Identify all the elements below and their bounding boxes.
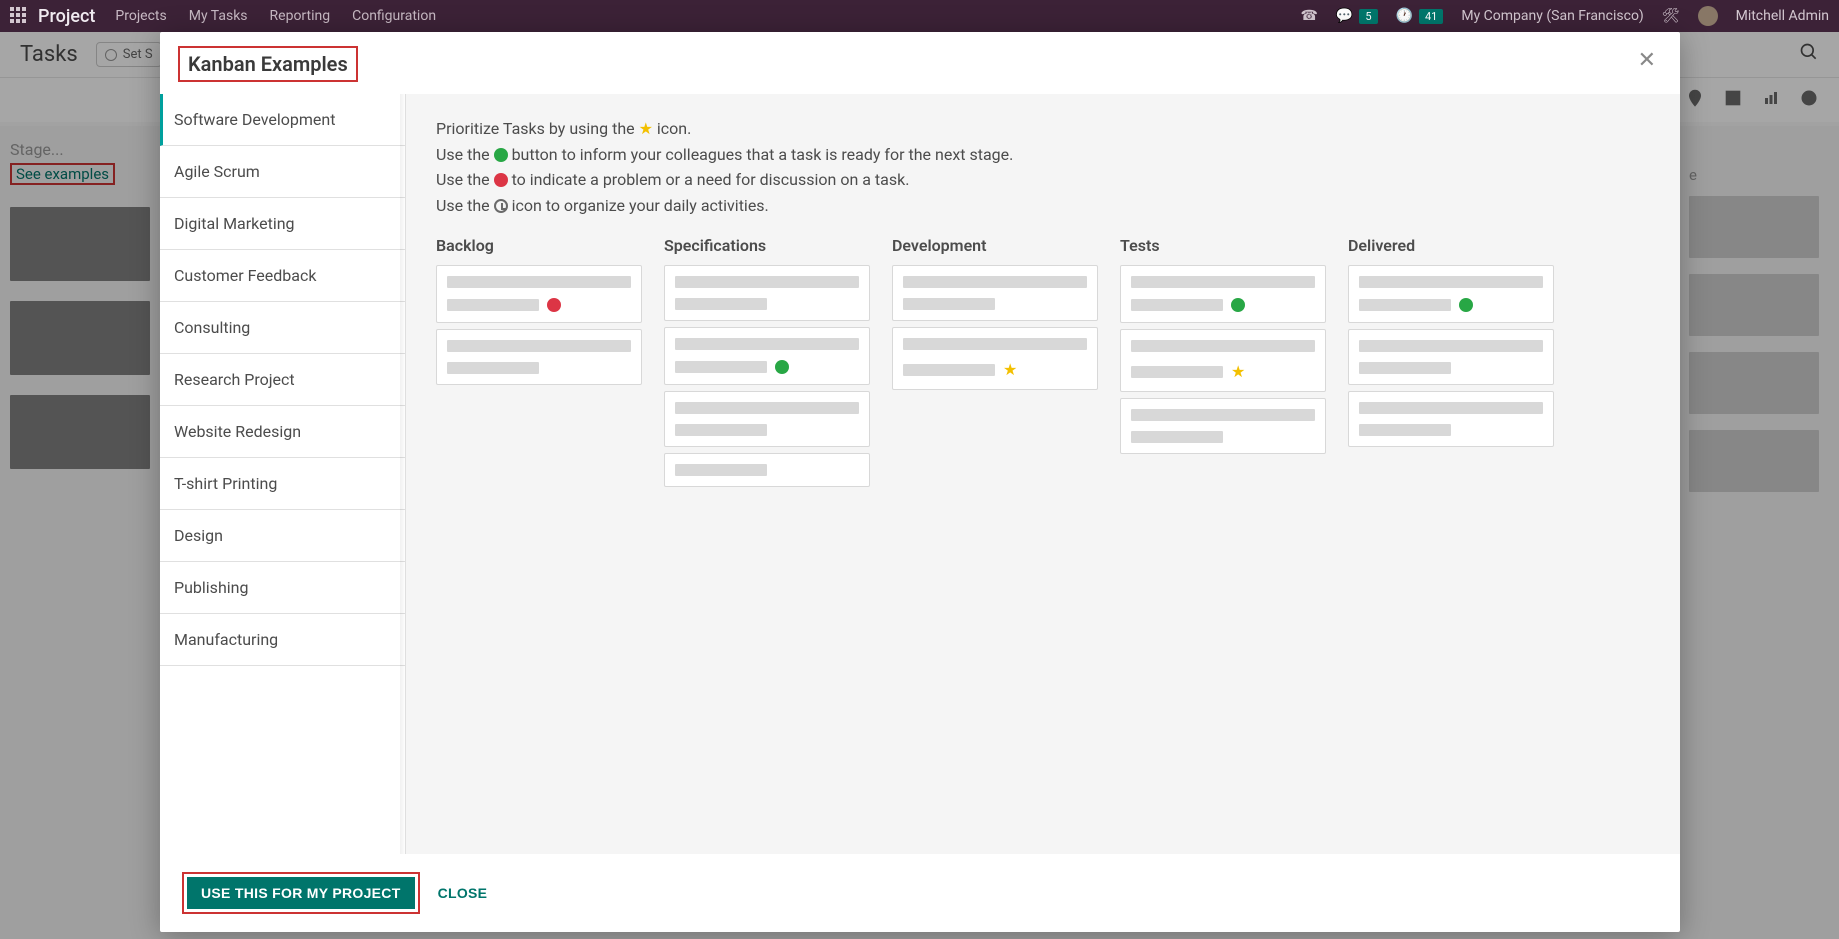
sidebar-item[interactable]: Customer Feedback xyxy=(160,250,405,302)
kanban-card: ★ xyxy=(1120,329,1326,392)
debug-icon[interactable]: 🛠 xyxy=(1662,8,1680,24)
star-icon: ★ xyxy=(1231,362,1245,381)
red-dot-icon xyxy=(494,173,508,187)
green-dot-icon xyxy=(494,148,508,162)
primary-button-highlight: USE THIS FOR MY PROJECT xyxy=(182,872,420,914)
menu-my-tasks[interactable]: My Tasks xyxy=(189,8,248,24)
menu-reporting[interactable]: Reporting xyxy=(270,8,331,24)
use-this-for-my-project-button[interactable]: USE THIS FOR MY PROJECT xyxy=(187,877,415,909)
kanban-column: Backlog xyxy=(436,236,642,493)
sidebar-item[interactable]: Consulting xyxy=(160,302,405,354)
sidebar-item[interactable]: Digital Marketing xyxy=(160,198,405,250)
topbar-right: ☎ 💬5 🕐41 My Company (San Francisco) 🛠 Mi… xyxy=(1300,6,1829,26)
kanban-card xyxy=(664,391,870,447)
instructions: Prioritize Tasks by using the ★ icon. Us… xyxy=(436,116,1658,218)
kanban-column: Delivered xyxy=(1348,236,1554,493)
kanban-card xyxy=(1120,398,1326,454)
kanban-card: ★ xyxy=(892,327,1098,390)
sidebar-item[interactable]: Research Project xyxy=(160,354,405,406)
kanban-column-title: Tests xyxy=(1120,236,1326,255)
sidebar-item[interactable]: Publishing xyxy=(160,562,405,614)
sidebar-item[interactable]: Website Redesign xyxy=(160,406,405,458)
messages-indicator[interactable]: 💬5 xyxy=(1336,8,1378,24)
close-icon[interactable]: ✕ xyxy=(1634,46,1660,76)
topbar: Project Projects My Tasks Reporting Conf… xyxy=(0,0,1839,32)
kanban-column: Development ★ xyxy=(892,236,1098,493)
modal-title: Kanban Examples xyxy=(178,46,358,82)
kanban-card xyxy=(664,327,870,385)
modal-body: Software DevelopmentAgile ScrumDigital M… xyxy=(160,94,1680,854)
activities-indicator[interactable]: 🕐41 xyxy=(1396,8,1444,24)
topbar-menu: Projects My Tasks Reporting Configuratio… xyxy=(115,8,436,24)
kanban-preview: BacklogSpecificationsDevelopment★Tests★D… xyxy=(436,236,1658,493)
red-dot-icon xyxy=(547,298,561,312)
green-dot-icon xyxy=(1459,298,1473,312)
kanban-card xyxy=(664,265,870,321)
star-icon: ★ xyxy=(1003,360,1017,379)
modal-sidebar: Software DevelopmentAgile ScrumDigital M… xyxy=(160,94,406,854)
kanban-column-title: Specifications xyxy=(664,236,870,255)
kanban-column: Tests ★ xyxy=(1120,236,1326,493)
menu-projects[interactable]: Projects xyxy=(115,8,166,24)
kanban-card xyxy=(1348,265,1554,323)
menu-configuration[interactable]: Configuration xyxy=(352,8,436,24)
kanban-card xyxy=(1348,329,1554,385)
sidebar-item[interactable]: T-shirt Printing xyxy=(160,458,405,510)
kanban-examples-modal: Kanban Examples ✕ Software DevelopmentAg… xyxy=(160,32,1680,932)
user-name[interactable]: Mitchell Admin xyxy=(1736,8,1829,24)
clock-icon xyxy=(494,199,508,213)
modal-content: Prioritize Tasks by using the ★ icon. Us… xyxy=(406,94,1680,854)
apps-icon[interactable] xyxy=(10,7,28,25)
kanban-card xyxy=(1348,391,1554,447)
close-button[interactable]: CLOSE xyxy=(438,885,488,901)
kanban-card xyxy=(892,265,1098,321)
kanban-column: Specifications xyxy=(664,236,870,493)
sidebar-item[interactable]: Manufacturing xyxy=(160,614,405,666)
star-icon: ★ xyxy=(639,119,653,138)
support-icon[interactable]: ☎ xyxy=(1300,8,1317,24)
brand-title[interactable]: Project xyxy=(38,6,95,27)
kanban-column-title: Delivered xyxy=(1348,236,1554,255)
kanban-card xyxy=(664,453,870,487)
company-switcher[interactable]: My Company (San Francisco) xyxy=(1461,8,1643,24)
kanban-column-title: Development xyxy=(892,236,1098,255)
kanban-card xyxy=(1120,265,1326,323)
sidebar-item[interactable]: Software Development xyxy=(160,94,405,146)
modal-footer: USE THIS FOR MY PROJECT CLOSE xyxy=(160,854,1680,932)
green-dot-icon xyxy=(1231,298,1245,312)
kanban-card xyxy=(436,329,642,385)
messages-badge: 5 xyxy=(1359,9,1377,24)
avatar[interactable] xyxy=(1698,6,1718,26)
sidebar-item[interactable]: Design xyxy=(160,510,405,562)
activities-badge: 41 xyxy=(1419,9,1443,24)
kanban-card xyxy=(436,265,642,323)
sidebar-item[interactable]: Agile Scrum xyxy=(160,146,405,198)
green-dot-icon xyxy=(775,360,789,374)
kanban-column-title: Backlog xyxy=(436,236,642,255)
modal-header: Kanban Examples ✕ xyxy=(160,32,1680,94)
